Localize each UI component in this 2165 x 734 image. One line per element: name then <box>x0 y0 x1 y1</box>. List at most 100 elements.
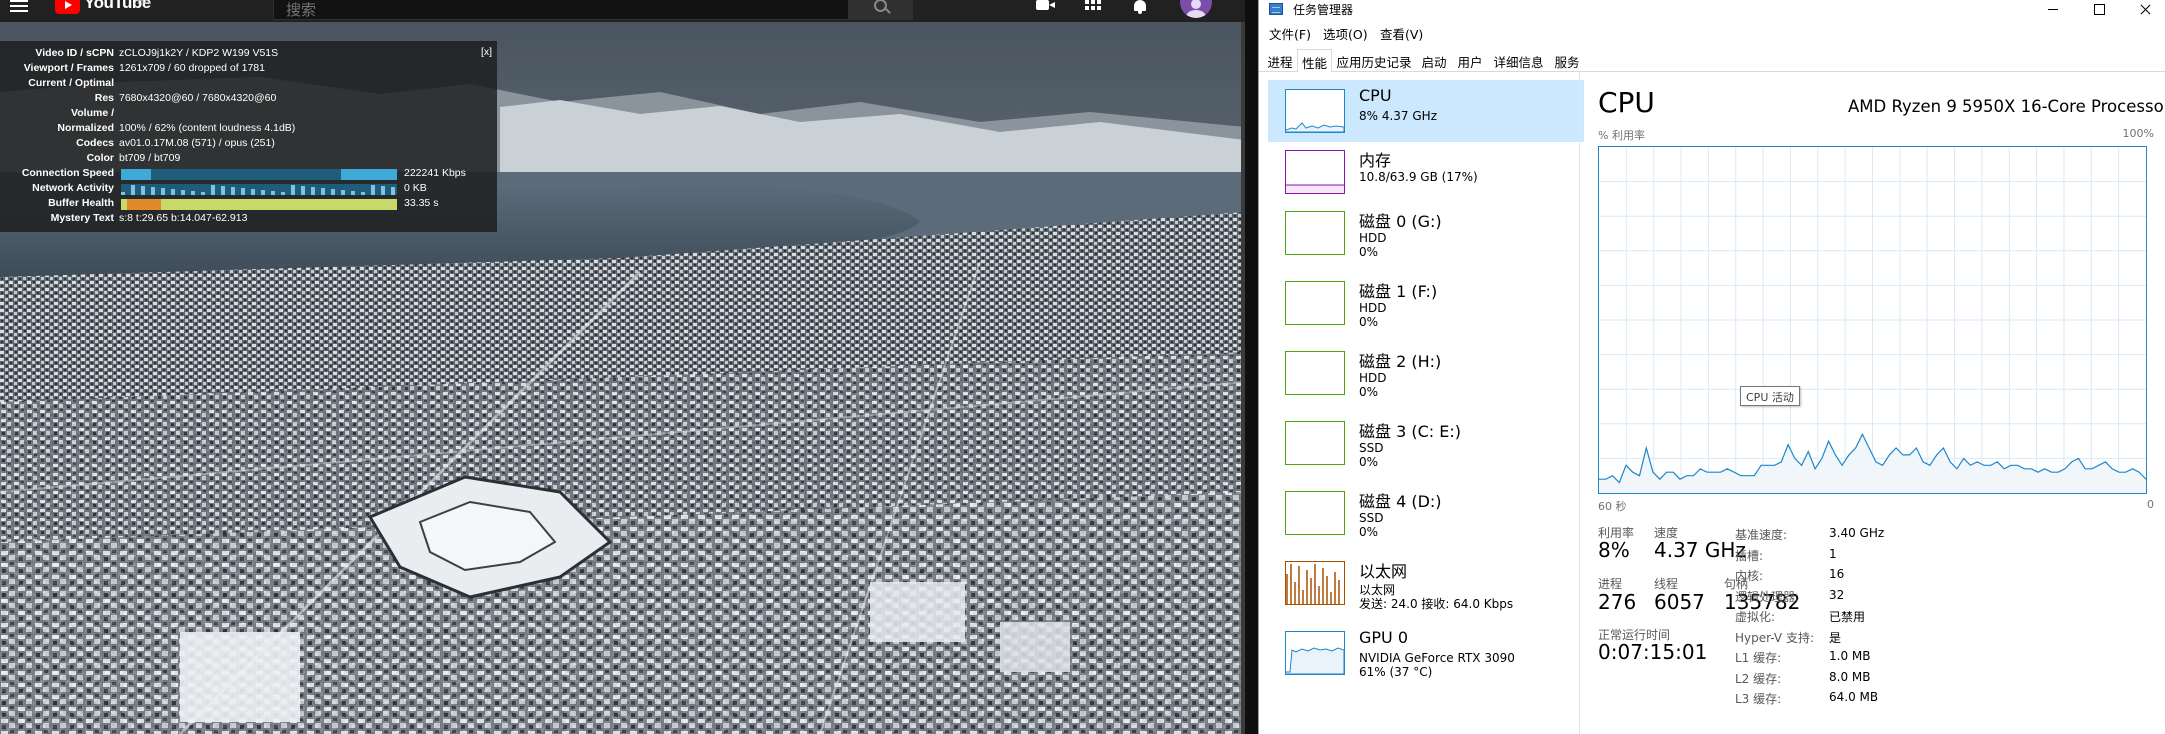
stats-bar-label: Network Activity <box>32 182 114 194</box>
sidebar-item-detail: SSD <box>1359 511 1384 525</box>
tab-startup[interactable]: 启动 <box>1416 49 1452 71</box>
sidebar-item-name: 磁盘 4 (D:) <box>1359 492 1442 511</box>
cpu-detail-panel: CPU AMD Ryzen 9 5950X 16-Core Processor … <box>1596 80 2165 734</box>
stats-bar-value: 0 KB <box>404 182 427 194</box>
sidebar-item-detail: 61% (37 °C) <box>1359 665 1433 679</box>
sidebar-item-detail: 0% <box>1359 315 1379 329</box>
search-input[interactable]: 搜索 <box>273 0 849 20</box>
stat-speed-value: 4.37 GHz <box>1654 538 1746 562</box>
youtube-logo-icon[interactable] <box>55 0 80 14</box>
sidebar-item-disk-4[interactable]: 磁盘 4 (D:) SSD 0% <box>1268 482 1584 544</box>
sidebar-item-memory[interactable]: 内存 10.8/63.9 GB (17%) <box>1268 141 1584 203</box>
region-code: HK <box>137 0 151 7</box>
sidebar-thumbnail-graph <box>1285 89 1345 133</box>
sidebar-item-detail: 0% <box>1359 525 1379 539</box>
avatar[interactable] <box>1180 0 1212 18</box>
stats-row-label: Normalized <box>57 122 114 134</box>
detail-label: 逻辑处理器: <box>1735 589 1800 604</box>
detail-label: 虚拟化: <box>1735 610 1776 624</box>
menu-options[interactable]: 选项(O) <box>1323 24 1368 43</box>
stat-uptime-value: 0:07:15:01 <box>1598 640 1708 664</box>
sidebar-item-ethernet[interactable]: 以太网 以太网 发送: 24.0 接收: 64.0 Kbps <box>1268 552 1584 614</box>
stats-bar-value: 222241 Kbps <box>404 167 466 179</box>
sidebar-item-gpu-0[interactable]: GPU 0 NVIDIA GeForce RTX 3090 61% (37 °C) <box>1268 622 1584 684</box>
task-manager-window: 任务管理器 文件(F) 选项(O) 查看(V) 进程 性能 应用历史记录 启动 … <box>1258 0 2165 734</box>
stats-row: Volume / <box>0 107 497 122</box>
stats-bar-graph <box>121 169 397 180</box>
stats-row-value: 100% / 62% (content loudness 4.1dB) <box>119 122 296 134</box>
detail-value: 3.40 GHz <box>1829 526 1885 540</box>
detail-value: 1 <box>1829 546 1837 561</box>
stats-for-nerds-panel: [x] Video ID / sCPN zCLOJ9j1k2Y / KDP2 W1… <box>0 41 497 232</box>
graph-time-right: 0 <box>2147 498 2154 511</box>
sidebar-item-detail: 8% 4.37 GHz <box>1359 109 1438 123</box>
tab-app-history[interactable]: 应用历史记录 <box>1332 49 1416 71</box>
sidebar-item-detail: HDD <box>1359 301 1387 315</box>
maximize-button[interactable] <box>2077 0 2123 20</box>
stats-mystery-row: Mystery Text s:8 t:29.65 b:14.047-62.913 <box>0 212 497 227</box>
detail-label: 插槽: <box>1735 548 1764 563</box>
video-camera-plus-icon[interactable] <box>1036 0 1056 14</box>
utilization-axis-label: % 利用率 <box>1598 129 1645 142</box>
detail-value: 32 <box>1829 587 1845 602</box>
tab-performance[interactable]: 性能 <box>1297 49 1332 73</box>
search-button[interactable] <box>849 0 913 20</box>
apps-grid-icon[interactable] <box>1083 0 1103 14</box>
sidebar-item-cpu[interactable]: CPU 8% 4.37 GHz <box>1268 80 1584 142</box>
sidebar-item-detail: 0% <box>1359 245 1379 259</box>
graph-time-left: 60 秒 <box>1598 500 1627 513</box>
stats-row: Video ID / sCPN zCLOJ9j1k2Y / KDP2 W199 V… <box>0 47 497 62</box>
cpu-utilization-graph[interactable] <box>1598 146 2147 494</box>
stats-row-value: av01.0.17M.08 (571) / opus (251) <box>119 137 275 149</box>
stats-row: Color bt709 / bt709 <box>0 152 497 167</box>
menu-icon[interactable] <box>10 0 30 14</box>
title-bar[interactable]: 任务管理器 <box>1259 0 2165 20</box>
stats-row-value: 1261x709 / 60 dropped of 1781 <box>119 62 265 74</box>
sidebar-divider <box>1579 72 1580 734</box>
detail-value: 8.0 MB <box>1829 669 1871 684</box>
utilization-axis-max: 100% <box>2122 127 2154 140</box>
detail-label: 内核: <box>1735 569 1764 583</box>
stats-bar-graph <box>121 199 397 210</box>
stats-row-label: Codecs <box>76 137 114 149</box>
menu-view[interactable]: 查看(V) <box>1380 24 1423 43</box>
sidebar-item-disk-2[interactable]: 磁盘 2 (H:) HDD 0% <box>1268 342 1584 404</box>
detail-value: 16 <box>1829 567 1845 581</box>
cpu-graph-svg <box>1599 147 2147 493</box>
stats-row: Normalized 100% / 62% (content loudness 4… <box>0 122 497 137</box>
sidebar-item-disk-3[interactable]: 磁盘 3 (C: E:) SSD 0% <box>1268 412 1584 474</box>
sidebar-item-name: 内存 <box>1359 151 1392 170</box>
detail-value: 是 <box>1829 630 1842 645</box>
tab-users[interactable]: 用户 <box>1452 49 1488 71</box>
tab-processes[interactable]: 进程 <box>1263 49 1297 71</box>
sidebar-item-name: GPU 0 <box>1359 628 1409 647</box>
stats-row: Current / Optimal <box>0 77 497 92</box>
sidebar-item-name: CPU <box>1359 86 1392 105</box>
youtube-window: YouTube HK 搜索 [x] Video ID / sCPN zCLOJ9… <box>0 0 1245 734</box>
sidebar-item-detail: 0% <box>1359 455 1379 469</box>
stats-row-value: bt709 / bt709 <box>119 152 181 164</box>
detail-label: L2 缓存: <box>1735 671 1782 686</box>
stats-row: Viewport / Frames 1261x709 / 60 dropped o… <box>0 62 497 77</box>
close-button[interactable] <box>2123 0 2165 20</box>
sidebar-item-disk-0[interactable]: 磁盘 0 (G:) HDD 0% <box>1268 202 1584 264</box>
stats-row-label: Video ID / sCPN <box>35 47 114 59</box>
minimize-button[interactable] <box>2031 0 2077 20</box>
sidebar-item-disk-1[interactable]: 磁盘 1 (F:) HDD 0% <box>1268 272 1584 334</box>
page-scrollbar[interactable] <box>1241 22 1245 734</box>
stats-row-value: s:8 t:29.65 b:14.047-62.913 <box>119 212 248 224</box>
tab-services[interactable]: 服务 <box>1549 49 1585 71</box>
bell-icon[interactable] <box>1131 0 1151 14</box>
desktop: YouTube HK 搜索 [x] Video ID / sCPN zCLOJ9… <box>0 0 2165 734</box>
stat-processes-value: 276 <box>1598 590 1637 614</box>
sidebar-thumbnail-graph <box>1285 631 1345 675</box>
menu-file[interactable]: 文件(F) <box>1269 24 1311 43</box>
stats-row-label: Res <box>94 92 114 104</box>
stats-row: Res 7680x4320@60 / 7680x4320@60 <box>0 92 497 107</box>
sidebar-thumbnail-graph <box>1285 351 1345 395</box>
tab-details[interactable]: 详细信息 <box>1488 49 1549 71</box>
stats-row-label: Current / Optimal <box>28 77 114 89</box>
stats-bar-label: Buffer Health <box>48 197 114 209</box>
stat-threads-value: 6057 <box>1654 590 1705 614</box>
stats-bar-row: Buffer Health 33.35 s <box>0 197 497 212</box>
